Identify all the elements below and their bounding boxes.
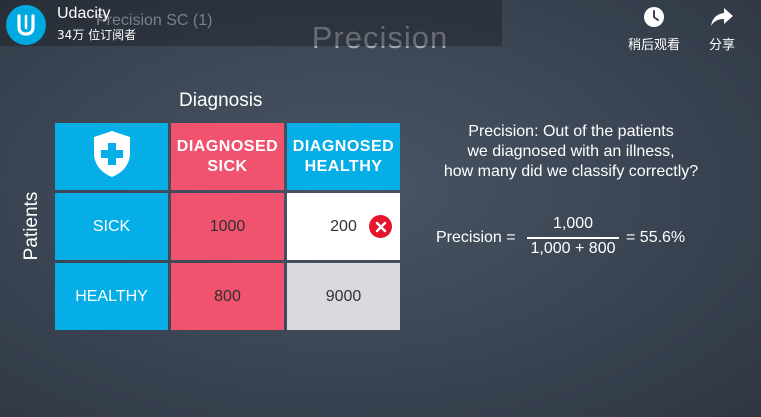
share-button[interactable]: 分享 — [709, 4, 735, 53]
share-arrow-icon — [710, 4, 734, 30]
cell-sick-diagnosed-healthy: 200 — [287, 193, 400, 260]
patients-axis-label: Patients — [21, 191, 42, 261]
formula-label: Precision = — [436, 229, 516, 246]
cell-value: 200 — [330, 217, 357, 235]
diagnosis-axis-label: Diagnosis — [179, 90, 263, 111]
share-label: 分享 — [709, 38, 736, 53]
col-header-diagnosed-healthy: DIAGNOSED HEALTHY — [287, 123, 400, 190]
precision-description: Precision: Out of the patients we diagno… — [443, 123, 699, 180]
formula-result: = 55.6% — [626, 229, 686, 246]
subscriber-count: 34万 位订阅者 — [57, 28, 137, 42]
formula-numerator: 1,000 — [552, 215, 594, 232]
watch-later-button[interactable]: 稍后观看 — [628, 4, 680, 53]
cell-healthy-diagnosed-sick: 800 — [171, 263, 284, 330]
fraction-bar — [527, 237, 619, 239]
col-header-diagnosed-sick: DIAGNOSED SICK — [171, 123, 284, 190]
matrix-corner-cell — [55, 123, 168, 190]
channel-name[interactable]: Udacity — [57, 5, 110, 23]
udacity-logo-icon[interactable] — [6, 5, 46, 45]
formula-denominator: 1,000 + 800 — [530, 240, 616, 257]
clock-icon — [643, 4, 665, 30]
shield-medical-cross-icon — [90, 129, 134, 184]
row-header-healthy: HEALTHY — [55, 263, 168, 330]
cell-healthy-diagnosed-healthy: 9000 — [287, 263, 400, 330]
cell-sick-diagnosed-sick: 1000 — [171, 193, 284, 260]
row-header-sick: SICK — [55, 193, 168, 260]
x-circle-icon — [369, 215, 392, 238]
watch-later-label: 稍后观看 — [628, 38, 681, 53]
